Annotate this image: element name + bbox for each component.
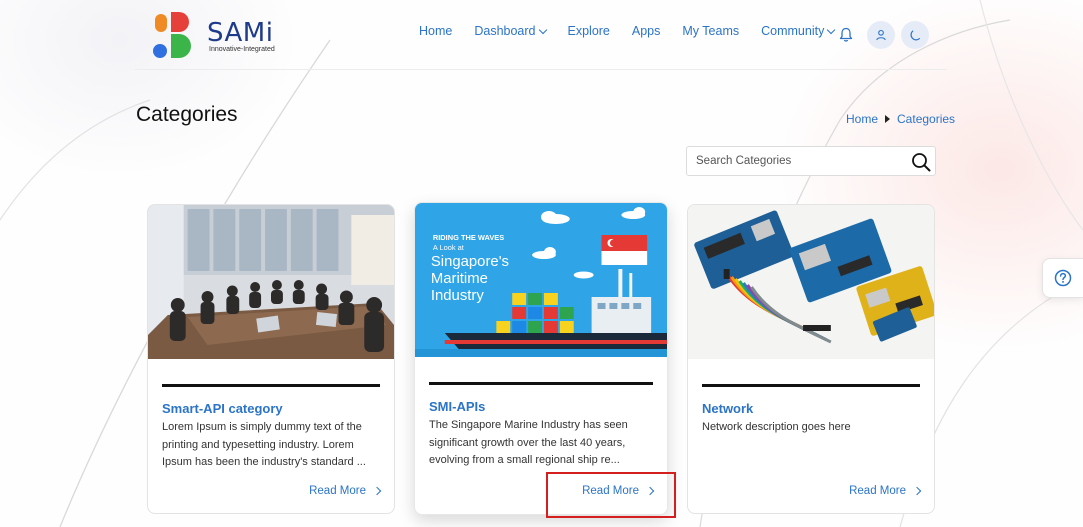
- read-more-link[interactable]: Read More: [309, 485, 382, 497]
- chevron-down-icon: [827, 25, 836, 34]
- card-divider: [162, 384, 380, 387]
- card-title[interactable]: SMI-APIs: [429, 399, 485, 414]
- logo-tagline: Innovative-Integrated: [209, 46, 275, 53]
- main-nav: Home Dashboard Explore Apps My Teams Com…: [419, 24, 856, 38]
- user-button[interactable]: [867, 21, 895, 49]
- image-text-line3: Singapore's: [431, 253, 509, 270]
- nav-home[interactable]: Home: [419, 24, 452, 38]
- card-title[interactable]: Smart-API category: [162, 401, 283, 416]
- search-input[interactable]: [687, 147, 902, 175]
- breadcrumb-categories-link[interactable]: Categories: [897, 112, 955, 126]
- read-more-link[interactable]: Read More: [849, 485, 922, 497]
- card-divider: [702, 384, 920, 387]
- nav-my-teams[interactable]: My Teams: [682, 24, 739, 38]
- question-icon: [1054, 269, 1072, 287]
- image-text-line1: RIDING THE WAVES: [433, 233, 504, 242]
- card-divider: [429, 382, 653, 385]
- breadcrumb-home-link[interactable]: Home: [846, 112, 878, 126]
- user-icon: [876, 29, 886, 41]
- logo-wordmark: SAMi: [207, 18, 274, 48]
- category-card: Network Network description goes here Re…: [687, 204, 935, 514]
- sami-logo[interactable]: SAMi Innovative-Integrated: [153, 12, 283, 60]
- page-title: Categories: [136, 103, 238, 126]
- nav-dashboard[interactable]: Dashboard: [474, 24, 547, 38]
- search-icon[interactable]: [910, 151, 932, 173]
- image-text-line4: Maritime: [431, 270, 488, 287]
- bell-icon[interactable]: [839, 27, 853, 43]
- nav-community[interactable]: Community: [761, 24, 836, 38]
- help-button[interactable]: [1042, 258, 1083, 298]
- chevron-down-icon: [538, 25, 547, 34]
- office-meeting-image[interactable]: [148, 205, 394, 359]
- card-description: Network description goes here: [702, 421, 851, 433]
- breadcrumb: Home Categories: [846, 112, 955, 126]
- arduino-boards-image[interactable]: [688, 205, 934, 359]
- caret-right-icon: [885, 115, 891, 123]
- card-description: Lorem Ipsum is simply dummy text of the …: [162, 421, 366, 468]
- logo-mark-icon: [153, 12, 195, 60]
- category-card: RIDING THE WAVES A Look at Singapore's M…: [414, 202, 668, 515]
- image-text-line2: A Look at: [433, 243, 465, 252]
- moon-icon: [910, 29, 920, 40]
- search-box: [686, 146, 936, 176]
- nav-explore[interactable]: Explore: [568, 24, 610, 38]
- card-title[interactable]: Network: [702, 401, 753, 416]
- chevron-right-icon: [372, 486, 382, 496]
- category-card: Smart-API category Lorem Ipsum is simply…: [147, 204, 395, 514]
- dark-mode-toggle[interactable]: [901, 21, 929, 49]
- top-header: SAMi Innovative-Integrated Home Dashboar…: [135, 0, 947, 70]
- nav-apps[interactable]: Apps: [632, 24, 661, 38]
- image-text-line5: Industry: [431, 287, 484, 304]
- singapore-maritime-image[interactable]: RIDING THE WAVES A Look at Singapore's M…: [415, 203, 667, 357]
- card-description: The Singapore Marine Industry has seen s…: [429, 419, 628, 466]
- highlight-box: [546, 472, 676, 518]
- chevron-right-icon: [912, 486, 922, 496]
